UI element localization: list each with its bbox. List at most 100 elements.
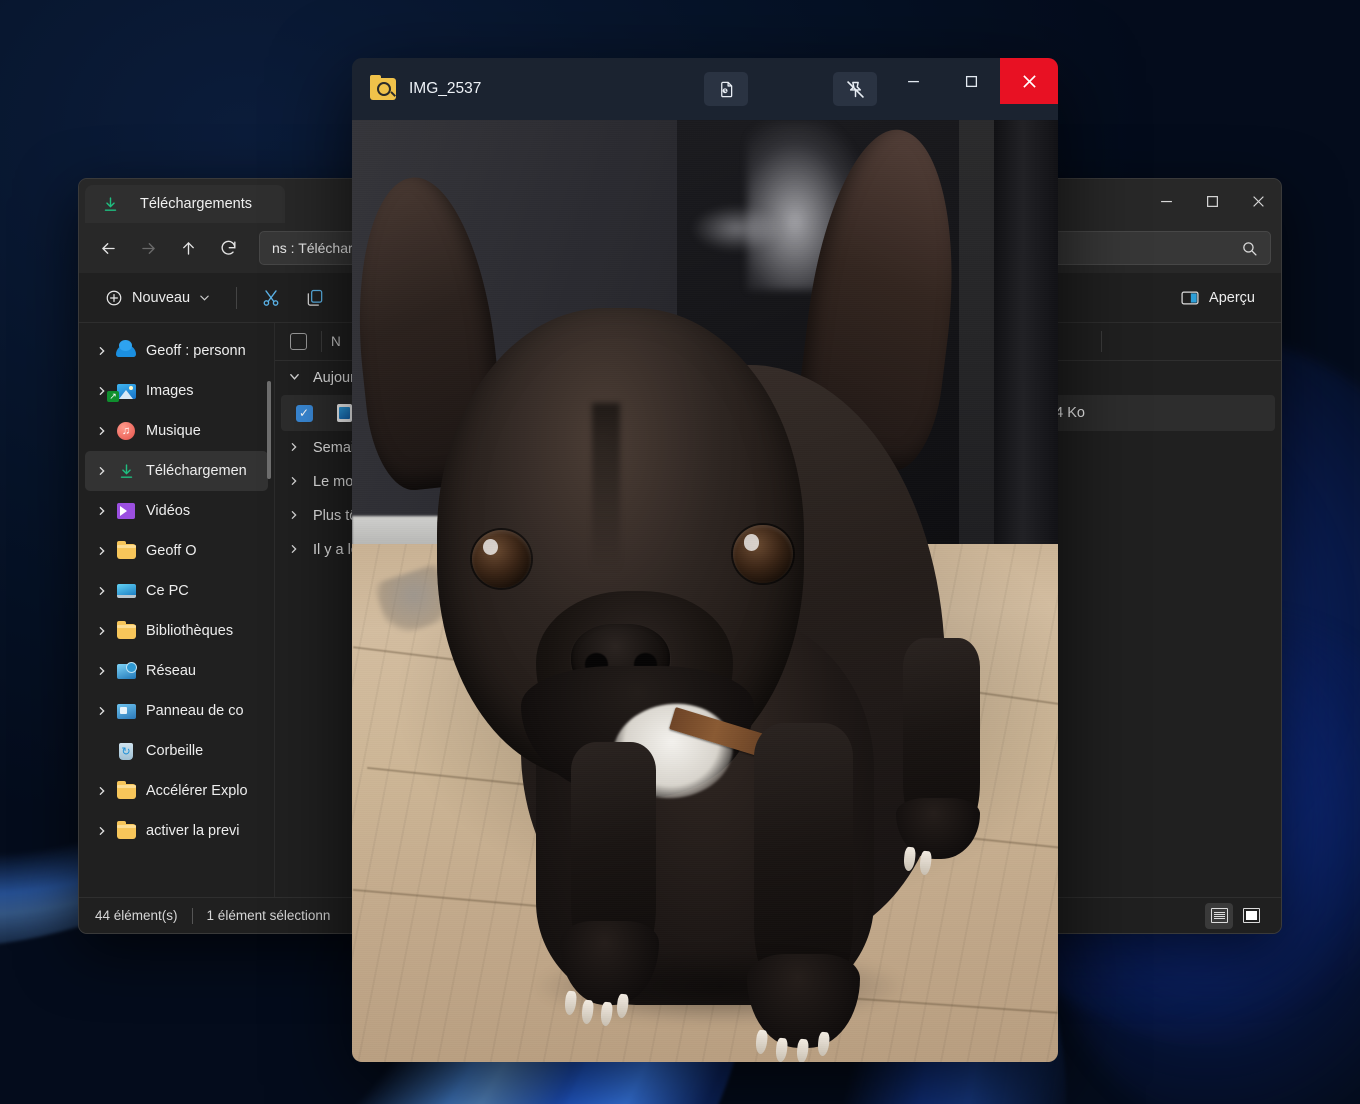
large-icons-view-icon[interactable] (1237, 903, 1265, 929)
search-icon[interactable] (1234, 240, 1264, 257)
sidebar-item-activer-la-preview[interactable]: activer la previ (85, 811, 268, 851)
sidebar-item-telechargements[interactable]: Téléchargemen (85, 451, 268, 491)
sidebar-item-label: Bibliothèques (146, 623, 234, 639)
chevron-right-icon[interactable] (289, 510, 303, 523)
close-button[interactable] (1000, 58, 1058, 104)
back-arrow-icon[interactable] (89, 231, 127, 265)
select-all-checkbox[interactable] (275, 323, 321, 360)
tab-label: Téléchargements (140, 196, 253, 212)
chevron-right-icon[interactable] (89, 826, 115, 836)
sidebar-item-label: activer la previ (146, 823, 240, 839)
folder-icon (115, 620, 137, 641)
chevron-right-icon[interactable] (89, 786, 115, 796)
preview-pane-label: Aperçu (1209, 289, 1255, 306)
chevron-right-icon[interactable] (89, 586, 115, 596)
status-divider (191, 907, 193, 924)
sidebar-item-geoff-o[interactable]: Geoff O (85, 531, 268, 571)
group-label: Aujour (313, 370, 355, 386)
chevron-right-icon[interactable] (89, 426, 115, 436)
chevron-right-icon[interactable] (89, 466, 115, 476)
navigation-pane[interactable]: Geoff : personn ↗ Images Mu (79, 323, 275, 897)
sidebar-item-label: Réseau (146, 663, 196, 679)
preview-window-controls (884, 58, 1058, 120)
chevron-right-icon[interactable] (89, 666, 115, 676)
sidebar-item-reseau[interactable]: Réseau (85, 651, 268, 691)
preview-title-bar[interactable]: IMG_2537 (352, 58, 1058, 120)
copy-button[interactable] (295, 281, 335, 315)
downloads-icon (115, 461, 137, 481)
column-header-extra[interactable] (1101, 323, 1281, 360)
sidebar-item-label: Vidéos (146, 503, 191, 519)
sidebar-item-corbeille[interactable]: Corbeille (85, 731, 268, 771)
sidebar-item-label: Geoff : personn (146, 343, 246, 359)
unpin-button[interactable] (833, 72, 877, 106)
maximize-button[interactable] (1189, 179, 1235, 223)
folder-icon (115, 540, 137, 561)
chevron-right-icon[interactable] (89, 506, 115, 516)
sidebar-item-ce-pc[interactable]: Ce PC (85, 571, 268, 611)
dog-left-eye (472, 529, 532, 589)
sidebar-item-label: Geoff O (146, 543, 197, 559)
details-view-icon[interactable] (1205, 902, 1233, 929)
recycle-bin-icon (115, 741, 137, 761)
up-arrow-icon[interactable] (169, 231, 207, 265)
dog-subject (352, 120, 1058, 1062)
unpin-icon (833, 72, 877, 106)
sidebar-item-label: Musique (146, 423, 201, 439)
minimize-button[interactable] (1143, 179, 1189, 223)
music-icon (115, 421, 137, 441)
sidebar-item-label: Corbeille (146, 743, 204, 759)
sidebar-item-musique[interactable]: Musique (85, 411, 268, 451)
new-button[interactable]: Nouveau (93, 283, 222, 313)
chevron-right-icon[interactable] (89, 346, 115, 356)
quicklook-folder-magnifier-icon (370, 75, 396, 100)
group-label: Plus tô (313, 508, 358, 524)
sidebar-item-accelerer-explorateur[interactable]: Accélérer Explo (85, 771, 268, 811)
maximize-button[interactable] (942, 58, 1000, 104)
chevron-down-icon (200, 295, 209, 301)
preview-pane-icon (1181, 291, 1199, 304)
minimize-button[interactable] (884, 58, 942, 104)
close-button[interactable] (1235, 179, 1281, 223)
preview-pane-button[interactable]: Aperçu (1168, 282, 1267, 314)
chevron-right-icon[interactable] (89, 626, 115, 636)
chevron-right-icon[interactable] (89, 546, 115, 556)
sidebar-item-label: Images (146, 383, 194, 399)
forward-arrow-icon[interactable] (129, 231, 167, 265)
selection-count: 1 élément sélectionn (206, 908, 331, 923)
chevron-right-icon[interactable] (89, 706, 115, 716)
new-button-label: Nouveau (132, 289, 191, 306)
tab-telechargements[interactable]: Téléchargements (85, 185, 285, 223)
open-with-button[interactable] (704, 72, 748, 106)
sidebar-scrollbar[interactable] (267, 381, 271, 479)
group-label: Le moi (313, 474, 357, 490)
chevron-down-icon[interactable] (289, 371, 303, 385)
refresh-icon[interactable] (209, 231, 247, 265)
row-checkbox[interactable]: ✓ (281, 404, 327, 422)
sidebar-item-onedrive[interactable]: Geoff : personn (85, 331, 268, 371)
videos-icon (115, 501, 137, 521)
desktop: Téléchargements ns: Téléchargemen Nouve… (0, 0, 1360, 1104)
this-pc-icon (115, 581, 137, 601)
sidebar-item-label: Accélérer Explo (146, 783, 248, 799)
view-mode-buttons (1205, 902, 1265, 929)
folder-icon (115, 780, 137, 801)
sidebar-item-label: Panneau de co (146, 703, 244, 719)
quicklook-preview-window[interactable]: IMG_2537 (352, 58, 1058, 1062)
chevron-right-icon[interactable] (289, 442, 303, 455)
explorer-window-controls (1143, 179, 1281, 223)
folder-icon (115, 820, 137, 841)
onedrive-cloud-icon (115, 340, 137, 361)
preview-title: IMG_2537 (409, 80, 482, 97)
sidebar-item-panneau-de-configuration[interactable]: Panneau de co (85, 691, 268, 731)
chevron-right-icon[interactable] (289, 476, 303, 489)
sidebar-item-images[interactable]: ↗ Images (85, 371, 268, 411)
image-file-icon (337, 404, 352, 422)
sidebar-item-videos[interactable]: Vidéos (85, 491, 268, 531)
cut-button[interactable] (251, 281, 291, 315)
shared-overlay-icon: ↗ (107, 391, 119, 402)
sidebar-item-bibliotheques[interactable]: Bibliothèques (85, 611, 268, 651)
sidebar-item-label: Téléchargemen (146, 463, 247, 479)
pictures-icon: ↗ (107, 381, 137, 402)
chevron-right-icon[interactable] (289, 544, 303, 557)
